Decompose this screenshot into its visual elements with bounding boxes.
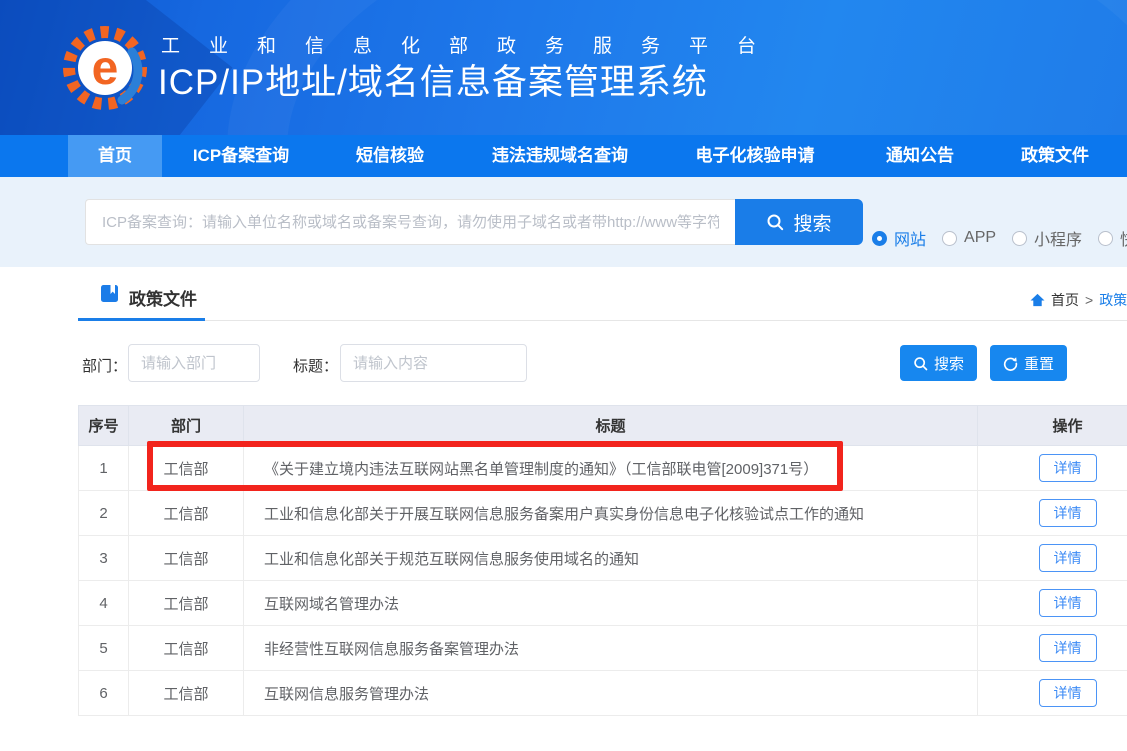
radio-label: 网站 <box>894 226 926 250</box>
row-dept: 工信部 <box>129 491 244 536</box>
detail-button[interactable]: 详情 <box>1039 454 1097 482</box>
site-header: e 工业和信息化部政务服务平台 ICP/IP地址/域名信息备案管理系统 <box>0 0 1127 135</box>
row-actions: 详情 <box>978 626 1127 671</box>
icp-query-band: 搜索 网站 APP 小程序 快应用 <box>0 177 1127 267</box>
filter-search-label: 搜索 <box>934 353 964 374</box>
radio-label: 快应用 <box>1120 226 1127 250</box>
header-tagline: 工业和信息化部政务服务平台 <box>161 31 785 58</box>
nav-item-announcements[interactable]: 通知公告 <box>850 135 990 177</box>
row-title: 非经营性互联网信息服务备案管理办法 <box>244 626 978 671</box>
nav-item-sms-verify[interactable]: 短信核验 <box>320 135 460 177</box>
main-nav: 首页 ICP备案查询 短信核验 违法违规域名查询 电子化核验申请 通知公告 政策… <box>0 135 1127 177</box>
row-actions: 详情 <box>978 671 1127 716</box>
detail-button[interactable]: 详情 <box>1039 589 1097 617</box>
row-no: 4 <box>79 581 129 626</box>
radio-option-miniprogram[interactable]: 小程序 <box>1012 226 1082 250</box>
query-type-radio-group: 网站 APP 小程序 快应用 <box>872 226 1127 250</box>
col-header-dept: 部门 <box>129 406 244 446</box>
detail-button[interactable]: 详情 <box>1039 634 1097 662</box>
radio-option-quickapp[interactable]: 快应用 <box>1098 226 1127 250</box>
icp-search-button[interactable]: 搜索 <box>735 199 863 245</box>
nav-item-icp-query[interactable]: ICP备案查询 <box>162 135 320 177</box>
row-dept: 工信部 <box>129 671 244 716</box>
filter-reset-label: 重置 <box>1024 353 1054 374</box>
icp-search-button-label: 搜索 <box>793 209 831 236</box>
table-row: 3 工信部 工业和信息化部关于规范互联网信息服务使用域名的通知 详情 <box>79 536 1127 581</box>
section-divider <box>78 320 1127 321</box>
gear-e-logo-icon: e <box>60 22 150 114</box>
filter-search-button[interactable]: 搜索 <box>900 345 977 381</box>
row-no: 3 <box>79 536 129 581</box>
title-filter-input[interactable] <box>340 344 527 382</box>
row-no: 1 <box>79 446 129 491</box>
breadcrumb-home-link[interactable]: 首页 <box>1051 290 1079 310</box>
table-row: 1 工信部 《关于建立境内违法互联网站黑名单管理制度的通知》（工信部联电管[20… <box>79 446 1127 491</box>
radio-label: APP <box>964 229 996 247</box>
table-header-row: 序号 部门 标题 操作 <box>79 406 1127 446</box>
detail-button[interactable]: 详情 <box>1039 679 1097 707</box>
row-actions: 详情 <box>978 536 1127 581</box>
table-row: 2 工信部 工业和信息化部关于开展互联网信息服务备案用户真实身份信息电子化核验试… <box>79 491 1127 536</box>
row-dept: 工信部 <box>129 536 244 581</box>
radio-icon <box>1012 231 1027 246</box>
breadcrumb-current: 政策文件 <box>1099 290 1127 310</box>
refresh-icon <box>1003 356 1018 371</box>
row-title: 互联网信息服务管理办法 <box>244 671 978 716</box>
row-actions: 详情 <box>978 446 1127 491</box>
section-active-tab-bar <box>78 318 205 321</box>
detail-button[interactable]: 详情 <box>1039 499 1097 527</box>
table-row: 5 工信部 非经营性互联网信息服务备案管理办法 详情 <box>79 626 1127 671</box>
nav-item-e-verify-apply[interactable]: 电子化核验申请 <box>660 135 850 177</box>
row-no: 2 <box>79 491 129 536</box>
row-title: 《关于建立境内违法互联网站黑名单管理制度的通知》（工信部联电管[2009]371… <box>244 446 978 491</box>
policy-table: 序号 部门 标题 操作 1 工信部 《关于建立境内违法互联网站黑名单管理制度的通… <box>78 405 1127 716</box>
detail-button[interactable]: 详情 <box>1039 544 1097 572</box>
nav-item-illegal-domains[interactable]: 违法违规域名查询 <box>460 135 660 177</box>
search-icon <box>913 356 928 371</box>
icp-search-input[interactable] <box>85 199 735 245</box>
dept-filter-input[interactable] <box>128 344 260 382</box>
table-row: 4 工信部 互联网域名管理办法 详情 <box>79 581 1127 626</box>
row-title: 工业和信息化部关于开展互联网信息服务备案用户真实身份信息电子化核验试点工作的通知 <box>244 491 978 536</box>
breadcrumb: 首页 > 政策文件 <box>1030 290 1127 310</box>
radio-option-website[interactable]: 网站 <box>872 226 926 250</box>
row-title: 互联网域名管理办法 <box>244 581 978 626</box>
filter-reset-button[interactable]: 重置 <box>990 345 1067 381</box>
col-header-title: 标题 <box>244 406 978 446</box>
dept-filter-label: 部门： <box>82 355 127 376</box>
page: e 工业和信息化部政务服务平台 ICP/IP地址/域名信息备案管理系统 首页 I… <box>0 0 1127 751</box>
row-dept: 工信部 <box>129 626 244 671</box>
radio-icon <box>1098 231 1113 246</box>
home-icon <box>1030 293 1045 307</box>
row-dept: 工信部 <box>129 446 244 491</box>
row-no: 6 <box>79 671 129 716</box>
nav-item-policy-files[interactable]: 政策文件 <box>990 135 1120 177</box>
col-header-no: 序号 <box>79 406 129 446</box>
col-header-op: 操作 <box>978 406 1127 446</box>
page-title: ICP/IP地址/域名信息备案管理系统 <box>158 54 708 105</box>
radio-icon <box>942 231 957 246</box>
breadcrumb-separator: > <box>1085 292 1093 308</box>
row-no: 5 <box>79 626 129 671</box>
radio-option-app[interactable]: APP <box>942 229 996 247</box>
row-dept: 工信部 <box>129 581 244 626</box>
radio-label: 小程序 <box>1034 226 1082 250</box>
table-row: 6 工信部 互联网信息服务管理办法 详情 <box>79 671 1127 716</box>
policy-doc-icon <box>100 284 119 303</box>
radio-icon <box>872 231 887 246</box>
search-icon <box>766 213 784 231</box>
section-title: 政策文件 <box>129 285 197 310</box>
row-actions: 详情 <box>978 581 1127 626</box>
nav-item-home[interactable]: 首页 <box>68 135 162 177</box>
row-actions: 详情 <box>978 491 1127 536</box>
row-title: 工业和信息化部关于规范互联网信息服务使用域名的通知 <box>244 536 978 581</box>
title-filter-label: 标题： <box>293 355 338 376</box>
logo-letter-e: e <box>92 42 119 95</box>
